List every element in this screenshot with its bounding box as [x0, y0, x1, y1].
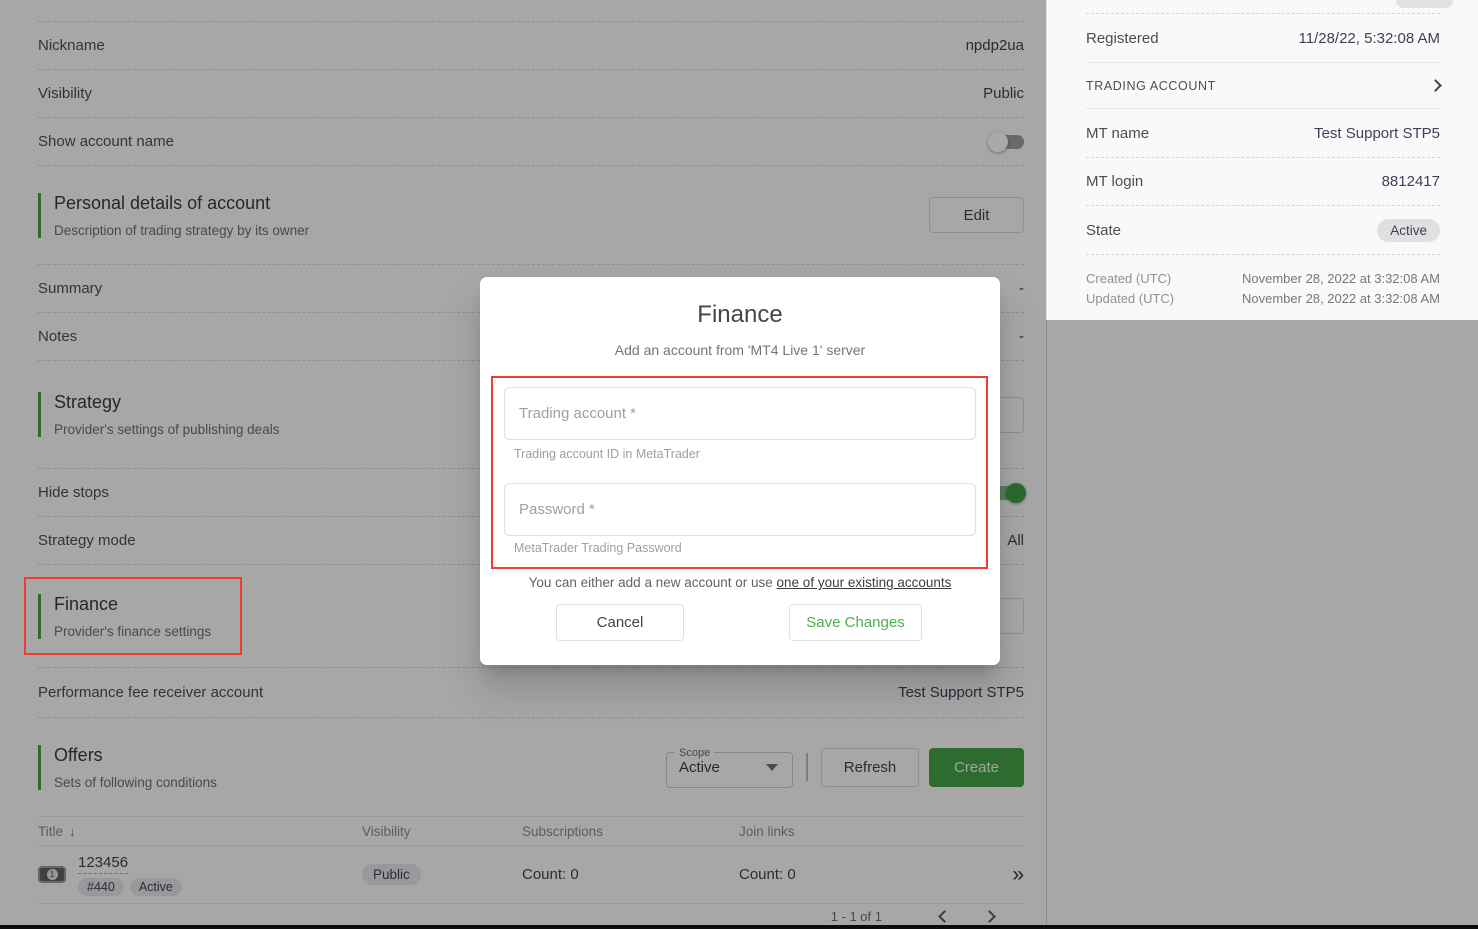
divider [1086, 0, 1440, 14]
row-mt-name: MT name Test Support STP5 [1086, 109, 1440, 158]
dialog-title: Finance [480, 301, 1000, 329]
dialog-hint: You can either add a new account or use … [480, 575, 1000, 590]
timestamps: Created (UTC) November 28, 2022 at 3:32:… [1086, 255, 1440, 308]
created-value: November 28, 2022 at 3:32:08 AM [1242, 271, 1440, 286]
updated-label: Updated (UTC) [1086, 291, 1174, 306]
save-changes-button[interactable]: Save Changes [789, 604, 922, 641]
created-label: Created (UTC) [1086, 271, 1171, 286]
mt-login-label: MT login [1086, 173, 1143, 190]
row-mt-login: MT login 8812417 [1086, 158, 1440, 206]
cancel-button[interactable]: Cancel [556, 604, 684, 641]
mt-name-value: Test Support STP5 [1314, 125, 1440, 142]
dialog-subtitle: Add an account from 'MT4 Live 1' server [480, 342, 1000, 358]
registered-value: 11/28/22, 5:32:08 AM [1299, 30, 1441, 47]
mt-login-value: 8812417 [1382, 173, 1440, 190]
row-updated: Updated (UTC) November 28, 2022 at 3:32:… [1086, 288, 1440, 308]
updated-value: November 28, 2022 at 3:32:08 AM [1242, 291, 1440, 306]
state-label: State [1086, 222, 1121, 239]
row-state: State Active [1086, 206, 1440, 255]
trading-account-header[interactable]: TRADING ACCOUNT [1086, 63, 1440, 109]
trading-account-header-label: TRADING ACCOUNT [1086, 79, 1216, 93]
row-registered: Registered 11/28/22, 5:32:08 AM [1086, 14, 1440, 63]
state-badge: Active [1377, 219, 1440, 242]
row-created: Created (UTC) November 28, 2022 at 3:32:… [1086, 268, 1440, 288]
annotation-finance-highlight [24, 577, 242, 655]
hint-text: You can either add a new account or use [529, 575, 777, 590]
registered-label: Registered [1086, 30, 1159, 47]
existing-accounts-link[interactable]: one of your existing accounts [777, 575, 952, 590]
chevron-right-icon [1429, 79, 1442, 92]
bottom-edge-bar [0, 925, 1478, 929]
details-sidebar: Registered 11/28/22, 5:32:08 AM TRADING … [1046, 0, 1478, 320]
mt-name-label: MT name [1086, 125, 1149, 142]
status-badge-partial [1396, 0, 1453, 8]
annotation-fields-highlight [491, 376, 988, 569]
